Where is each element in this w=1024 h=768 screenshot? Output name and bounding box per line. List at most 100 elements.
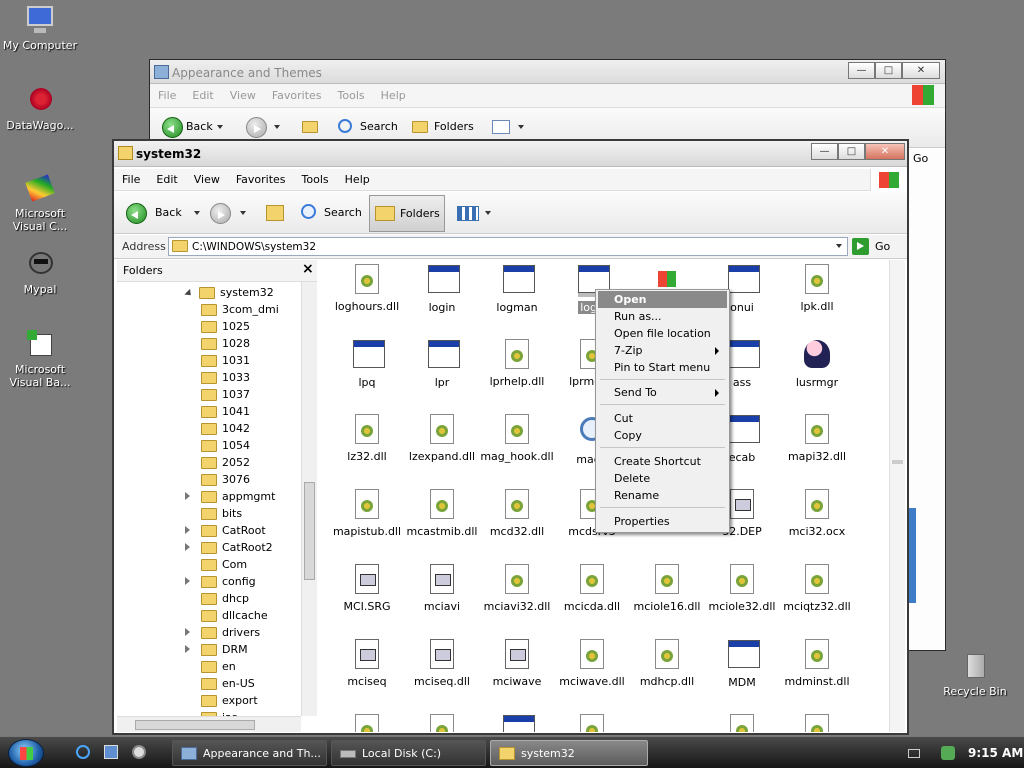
quicklaunch-ie-icon[interactable]	[76, 745, 90, 759]
tree-node[interactable]: dllcache	[201, 607, 268, 624]
tree-node[interactable]: 3com_dmi	[201, 301, 279, 318]
clock[interactable]: 9:15 AM	[968, 746, 1023, 760]
expand-icon[interactable]	[185, 543, 190, 551]
file-item[interactable]: mciqtz32.dll	[778, 563, 856, 613]
menu-item-cut[interactable]: Cut	[598, 410, 727, 427]
menu-favorites[interactable]: Favorites	[264, 84, 330, 108]
tree-node[interactable]: 1041	[201, 403, 250, 420]
file-item[interactable]: lpq	[328, 338, 406, 389]
menu-item-run-as[interactable]: Run as...	[598, 308, 727, 325]
menu-item-create-shortcut[interactable]: Create Shortcut	[598, 453, 727, 470]
go-button[interactable]: Go	[852, 237, 902, 256]
file-item[interactable]	[703, 713, 781, 732]
up-folder-button[interactable]	[264, 200, 288, 226]
address-dropdown-icon[interactable]	[836, 244, 842, 248]
tree-node[interactable]: 1054	[201, 437, 250, 454]
menu-item-open[interactable]: Open	[598, 291, 727, 308]
up-folder-button[interactable]	[300, 114, 324, 140]
menu-item-open-file-location[interactable]: Open file location	[598, 325, 727, 342]
expand-icon[interactable]	[185, 628, 190, 636]
file-item[interactable]: mapi32.dll	[778, 413, 856, 463]
file-item[interactable]: mciwave	[478, 638, 556, 688]
menu-file[interactable]: File	[150, 84, 184, 108]
desktop-icon-visual-basic[interactable]: Microsoft Visual Ba...	[0, 328, 80, 389]
forward-button[interactable]	[246, 114, 286, 140]
close-button[interactable]: ✕	[902, 62, 940, 79]
close-button[interactable]: ✕	[865, 143, 905, 160]
tree-node[interactable]: 1033	[201, 369, 250, 386]
taskbar-button-appearance[interactable]: Appearance and Th...	[172, 740, 327, 766]
menu-view[interactable]: View	[222, 84, 264, 108]
file-item[interactable]: lusrmgr	[778, 338, 856, 389]
tree-node[interactable]: 1042	[201, 420, 250, 437]
tree-node[interactable]: 1025	[201, 318, 250, 335]
file-item[interactable]: mciole16.dll	[628, 563, 706, 613]
quicklaunch-media-icon[interactable]	[132, 745, 146, 759]
file-item[interactable]: mapistub.dll	[328, 488, 406, 538]
minimize-button[interactable]: —	[848, 62, 875, 79]
file-item[interactable]: mciwave.dll	[553, 638, 631, 688]
taskbar-button-local-disk[interactable]: Local Disk (C:)	[331, 740, 486, 766]
file-item[interactable]	[328, 713, 406, 732]
tree-node[interactable]: 1031	[201, 352, 250, 369]
menu-item-rename[interactable]: Rename	[598, 487, 727, 504]
tray-keyboard-icon[interactable]	[908, 749, 920, 758]
address-input[interactable]: C:\WINDOWS\system32	[168, 237, 848, 256]
close-pane-icon[interactable]: ×	[302, 261, 314, 277]
file-item[interactable]: mcicda.dll	[553, 563, 631, 613]
expand-icon[interactable]	[185, 526, 190, 534]
back-button[interactable]: Back	[126, 200, 200, 226]
files-scroll-thumb[interactable]	[892, 460, 903, 464]
menu-item-delete[interactable]: Delete	[598, 470, 727, 487]
tree-node[interactable]: 1028	[201, 335, 250, 352]
tree-node[interactable]: CatRoot2	[185, 539, 273, 556]
tray-network-icon[interactable]	[941, 746, 955, 760]
desktop-icon-my-computer[interactable]: My Computer	[0, 4, 80, 52]
file-item[interactable]: lzexpand.dll	[403, 413, 481, 463]
expand-icon[interactable]	[185, 577, 190, 585]
menu-favorites[interactable]: Favorites	[228, 169, 294, 191]
maximize-button[interactable]: □	[875, 62, 902, 79]
file-item[interactable]	[553, 713, 631, 732]
tree-node[interactable]: 2052	[201, 454, 250, 471]
file-item[interactable]	[778, 713, 856, 732]
maximize-button[interactable]: □	[838, 143, 865, 160]
system32-window[interactable]: system32 — □ ✕ File Edit View Favorites Tool…	[112, 139, 909, 735]
expand-icon[interactable]	[185, 645, 190, 653]
file-item[interactable]: mciavi32.dll	[478, 563, 556, 613]
menu-item-7zip[interactable]: 7-Zip	[598, 342, 727, 359]
tree-node[interactable]: ias	[201, 709, 238, 716]
tree-node[interactable]: en	[201, 658, 236, 675]
menu-file[interactable]: File	[114, 169, 148, 191]
menu-tools[interactable]: Tools	[294, 169, 337, 191]
tree-node[interactable]: en-US	[201, 675, 255, 692]
desktop-icon-datawago[interactable]: DataWago...	[0, 84, 80, 132]
menu-item-properties[interactable]: Properties	[598, 513, 727, 530]
file-item[interactable]: mciole32.dll	[703, 563, 781, 613]
expand-icon[interactable]	[185, 492, 190, 500]
forward-button[interactable]	[210, 200, 254, 226]
file-item[interactable]	[478, 713, 556, 732]
tree-scroll-thumb[interactable]	[304, 482, 315, 580]
file-item[interactable]: logman	[478, 263, 556, 314]
quicklaunch-explorer-icon[interactable]	[104, 745, 118, 759]
views-button[interactable]	[455, 200, 491, 226]
file-item[interactable]: mcd32.dll	[478, 488, 556, 538]
menu-item-copy[interactable]: Copy	[598, 427, 727, 444]
file-item[interactable]: lz32.dll	[328, 413, 406, 463]
menu-help[interactable]: Help	[337, 169, 378, 191]
back-button[interactable]: Back	[162, 114, 223, 140]
start-button[interactable]	[8, 739, 44, 767]
search-button[interactable]: Search	[300, 200, 362, 226]
folders-button[interactable]: Folders	[369, 195, 445, 232]
tree-node-system32[interactable]: system32	[184, 284, 274, 301]
file-item[interactable]: mag_hook.dll	[478, 413, 556, 463]
taskbar-button-system32[interactable]: system32	[490, 740, 648, 766]
tree-node[interactable]: 1037	[201, 386, 250, 403]
go-button[interactable]: Go	[913, 152, 928, 165]
window-title-bar[interactable]: Appearance and Themes — □ ✕	[150, 60, 945, 84]
files-scrollbar[interactable]	[889, 260, 905, 732]
file-item[interactable]: lprhelp.dll	[478, 338, 556, 388]
menu-edit[interactable]: Edit	[184, 84, 221, 108]
menu-item-pin-to-start[interactable]: Pin to Start menu	[598, 359, 727, 376]
